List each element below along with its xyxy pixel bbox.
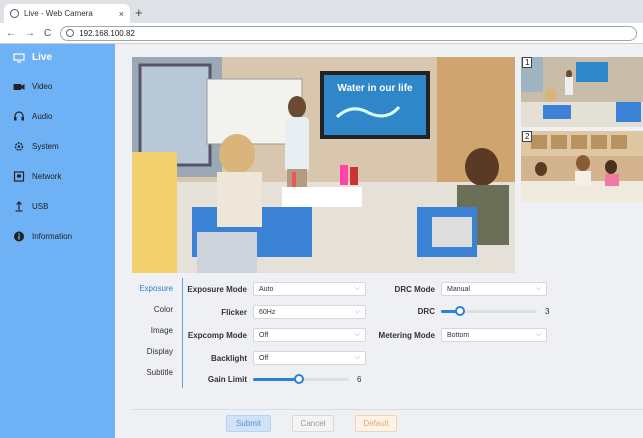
- thumbnail-2-image: [521, 131, 643, 202]
- sidebar-item-network[interactable]: Network: [0, 161, 115, 191]
- chevron-down-icon: ⌵: [535, 331, 541, 338]
- gear-icon: [14, 141, 24, 151]
- camera-thumbnail-2[interactable]: 2: [521, 131, 643, 202]
- expcomp-mode-select[interactable]: Off ⌵: [253, 328, 366, 342]
- sidebar-item-information[interactable]: Information: [0, 221, 115, 251]
- submit-button[interactable]: Submit: [226, 415, 271, 432]
- sidebar-item-live[interactable]: Live: [0, 44, 115, 71]
- sidebar-item-label: Information: [32, 231, 73, 241]
- gain-limit-slider[interactable]: [253, 374, 349, 384]
- camera-thumbnail-1[interactable]: 1: [521, 57, 643, 127]
- metering-mode-value: Bottom: [447, 331, 470, 339]
- drc-value: 3: [545, 306, 550, 316]
- classroom-scene-image: Water in our life: [132, 57, 515, 273]
- default-button[interactable]: Default: [355, 415, 397, 432]
- drc-row: DRC 3: [377, 306, 549, 316]
- live-video-preview[interactable]: Water in our life: [132, 57, 515, 273]
- expcomp-mode-value: Off: [259, 331, 269, 339]
- backlight-row: Backlight Off ⌵: [187, 351, 366, 365]
- settings-panel: Exposure Color Image Display Subtitle Ex…: [115, 278, 643, 388]
- sidebar-item-video[interactable]: Video: [0, 71, 115, 101]
- exposure-mode-select[interactable]: Auto ⌵: [253, 282, 366, 296]
- monitor-icon: [13, 52, 25, 63]
- sidebar-item-label: Network: [32, 171, 62, 181]
- settings-tabs: Exposure Color Image Display Subtitle: [132, 278, 183, 388]
- flicker-value: 60Hz: [259, 308, 276, 316]
- reload-button[interactable]: C: [44, 28, 51, 39]
- tab-exposure[interactable]: Exposure: [132, 278, 182, 299]
- slider-fill: [253, 378, 300, 381]
- drc-mode-select[interactable]: Manual ⌵: [441, 282, 547, 296]
- usb-icon: [15, 200, 23, 212]
- metering-mode-select[interactable]: Bottom ⌵: [441, 328, 547, 342]
- camera-icon: [13, 83, 25, 90]
- gain-limit-row: Gain Limit 6: [187, 374, 361, 384]
- chevron-down-icon: ⌵: [535, 285, 541, 292]
- metering-mode-row: Metering Mode Bottom ⌵: [377, 328, 547, 342]
- sidebar-item-label: Live: [32, 52, 53, 63]
- cancel-button[interactable]: Cancel: [292, 415, 334, 432]
- sidebar-item-label: Audio: [32, 111, 53, 121]
- tab-title: Live - Web Camera: [24, 9, 93, 18]
- back-button[interactable]: ←: [6, 28, 16, 39]
- metering-mode-label: Metering Mode: [378, 330, 435, 340]
- tab-close-icon[interactable]: ×: [119, 9, 124, 19]
- flicker-select[interactable]: 60Hz ⌵: [253, 305, 366, 319]
- site-info-icon[interactable]: [66, 29, 75, 37]
- main-panel: Water in our life 1 2 Exposure Color Ima…: [115, 44, 643, 438]
- tab-color[interactable]: Color: [132, 299, 182, 320]
- thumbnail-1-image: [521, 57, 643, 127]
- browser-tab[interactable]: Live - Web Camera ×: [4, 4, 130, 23]
- sidebar-item-label: Video: [32, 81, 53, 91]
- exposure-mode-row: Exposure Mode Auto ⌵: [187, 282, 366, 296]
- gain-limit-label: Gain Limit: [207, 374, 247, 384]
- tab-image[interactable]: Image: [132, 320, 182, 341]
- divider: [132, 409, 643, 410]
- flicker-label: Flicker: [221, 307, 247, 317]
- chevron-down-icon: ⌵: [354, 285, 360, 292]
- sidebar-item-audio[interactable]: Audio: [0, 101, 115, 131]
- expcomp-mode-row: Expcomp Mode Off ⌵: [187, 328, 366, 342]
- expcomp-mode-label: Expcomp Mode: [187, 330, 247, 340]
- chevron-down-icon: ⌵: [354, 331, 360, 338]
- info-icon: [14, 231, 24, 241]
- sidebar-item-label: System: [32, 141, 59, 151]
- drc-slider[interactable]: [441, 306, 537, 316]
- thumbnail-2-number: 2: [522, 131, 533, 142]
- gain-limit-value: 6: [357, 374, 362, 384]
- exposure-mode-value: Auto: [259, 285, 274, 293]
- slider-handle[interactable]: [294, 374, 305, 384]
- address-bar[interactable]: 192.168.100.82: [60, 25, 637, 41]
- headphones-icon: [14, 111, 24, 121]
- drc-mode-value: Manual: [447, 285, 470, 293]
- tab-subtitle[interactable]: Subtitle: [132, 362, 182, 383]
- sidebar-item-usb[interactable]: USB: [0, 191, 115, 221]
- sidebar-item-label: USB: [32, 201, 49, 211]
- address-text: 192.168.100.82: [79, 28, 135, 38]
- backlight-value: Off: [259, 354, 269, 362]
- forward-button[interactable]: →: [25, 28, 35, 39]
- webcam-favicon-icon: [10, 9, 19, 18]
- drc-label: DRC: [417, 306, 435, 316]
- exposure-mode-label: Exposure Mode: [187, 284, 247, 294]
- slider-handle[interactable]: [455, 306, 466, 316]
- network-icon: [13, 170, 25, 182]
- navigation-bar: ← → C 192.168.100.82: [0, 23, 643, 44]
- chevron-down-icon: ⌵: [354, 308, 360, 315]
- chevron-down-icon: ⌵: [354, 354, 360, 361]
- backlight-label: Backlight: [210, 353, 247, 363]
- new-tab-button[interactable]: +: [135, 5, 143, 20]
- backlight-select[interactable]: Off ⌵: [253, 351, 366, 365]
- drc-mode-label: DRC Mode: [394, 284, 435, 294]
- sidebar: Live Video Audio System Network USB Info…: [0, 44, 115, 438]
- drc-mode-row: DRC Mode Manual ⌵: [377, 282, 547, 296]
- flicker-row: Flicker 60Hz ⌵: [187, 305, 366, 319]
- sidebar-item-system[interactable]: System: [0, 131, 115, 161]
- browser-chrome: Live - Web Camera × + ← → C 192.168.100.…: [0, 0, 643, 44]
- board-text: Water in our life: [337, 83, 413, 94]
- tab-display[interactable]: Display: [132, 341, 182, 362]
- thumbnail-1-number: 1: [522, 57, 533, 68]
